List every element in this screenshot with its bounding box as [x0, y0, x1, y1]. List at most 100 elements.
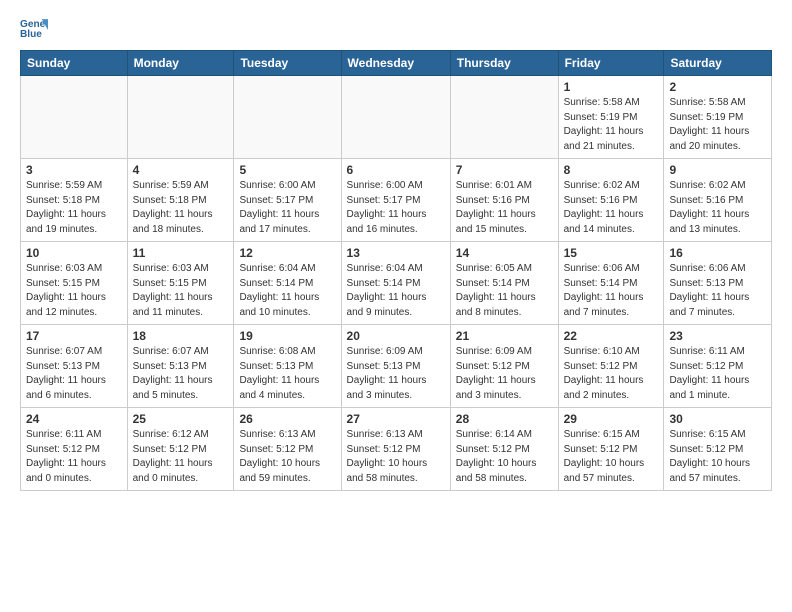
day-number: 15	[564, 246, 659, 260]
day-number: 26	[239, 412, 335, 426]
day-info: Sunrise: 6:02 AM Sunset: 5:16 PM Dayligh…	[669, 179, 766, 237]
day-number: 7	[456, 163, 553, 177]
calendar-cell: 30 Sunrise: 6:15 AM Sunset: 5:12 PM Dayli…	[664, 408, 772, 491]
day-info: Sunrise: 6:15 AM Sunset: 5:12 PM Dayligh…	[669, 428, 766, 486]
calendar-row: 24Sunrise: 6:11 AM Sunset: 5:12 PM Dayli…	[21, 408, 772, 491]
day-number: 21	[456, 329, 553, 343]
day-number: 11	[133, 246, 229, 260]
weekday-header: Monday	[127, 51, 234, 76]
calendar-cell: 14 Sunrise: 6:05 AM Sunset: 5:14 PM Dayli…	[450, 242, 558, 325]
logo: General Blue	[20, 16, 48, 44]
svg-text:Blue: Blue	[20, 29, 42, 40]
calendar-cell: 12Sunrise: 6:04 AM Sunset: 5:14 PM Dayli…	[234, 242, 341, 325]
calendar-cell: 29 Sunrise: 6:15 AM Sunset: 5:12 PM Dayli…	[558, 408, 664, 491]
calendar-cell: 2 Sunrise: 5:58 AM Sunset: 5:19 PM Daylig…	[664, 76, 772, 159]
calendar-cell	[450, 76, 558, 159]
day-info: Sunrise: 6:07 AM Sunset: 5:13 PM Dayligh…	[26, 345, 122, 403]
calendar-cell: 18 Sunrise: 6:07 AM Sunset: 5:13 PM Dayli…	[127, 325, 234, 408]
day-info: Sunrise: 5:58 AM Sunset: 5:19 PM Dayligh…	[669, 96, 766, 154]
day-info: Sunrise: 6:07 AM Sunset: 5:13 PM Dayligh…	[133, 345, 229, 403]
calendar-cell: 7 Sunrise: 6:01 AM Sunset: 5:16 PM Daylig…	[450, 159, 558, 242]
calendar-cell: 22Sunrise: 6:10 AM Sunset: 5:12 PM Dayli…	[558, 325, 664, 408]
calendar-cell	[21, 76, 128, 159]
day-number: 9	[669, 163, 766, 177]
weekday-header: Saturday	[664, 51, 772, 76]
weekday-header: Sunday	[21, 51, 128, 76]
calendar-cell: 21 Sunrise: 6:09 AM Sunset: 5:12 PM Dayli…	[450, 325, 558, 408]
calendar-row: 17 Sunrise: 6:07 AM Sunset: 5:13 PM Dayli…	[21, 325, 772, 408]
day-number: 8	[564, 163, 659, 177]
calendar-cell: 28 Sunrise: 6:14 AM Sunset: 5:12 PM Dayli…	[450, 408, 558, 491]
calendar-cell: 23Sunrise: 6:11 AM Sunset: 5:12 PM Dayli…	[664, 325, 772, 408]
calendar-row: 3 Sunrise: 5:59 AM Sunset: 5:18 PM Daylig…	[21, 159, 772, 242]
calendar-cell	[234, 76, 341, 159]
day-info: Sunrise: 6:06 AM Sunset: 5:14 PM Dayligh…	[564, 262, 659, 320]
day-info: Sunrise: 6:05 AM Sunset: 5:14 PM Dayligh…	[456, 262, 553, 320]
day-info: Sunrise: 6:13 AM Sunset: 5:12 PM Dayligh…	[347, 428, 445, 486]
day-info: Sunrise: 6:11 AM Sunset: 5:12 PM Dayligh…	[26, 428, 122, 486]
weekday-header: Tuesday	[234, 51, 341, 76]
day-number: 4	[133, 163, 229, 177]
calendar-row: 1 Sunrise: 5:58 AM Sunset: 5:19 PM Daylig…	[21, 76, 772, 159]
weekday-row: SundayMondayTuesdayWednesdayThursdayFrid…	[21, 51, 772, 76]
day-number: 3	[26, 163, 122, 177]
day-number: 25	[133, 412, 229, 426]
day-info: Sunrise: 6:12 AM Sunset: 5:12 PM Dayligh…	[133, 428, 229, 486]
day-number: 18	[133, 329, 229, 343]
day-info: Sunrise: 6:00 AM Sunset: 5:17 PM Dayligh…	[347, 179, 445, 237]
day-number: 30	[669, 412, 766, 426]
calendar-cell	[341, 76, 450, 159]
day-info: Sunrise: 6:08 AM Sunset: 5:13 PM Dayligh…	[239, 345, 335, 403]
calendar-cell: 9 Sunrise: 6:02 AM Sunset: 5:16 PM Daylig…	[664, 159, 772, 242]
page: General Blue SundayMondayTuesdayWednesda…	[0, 0, 792, 507]
day-info: Sunrise: 6:15 AM Sunset: 5:12 PM Dayligh…	[564, 428, 659, 486]
day-info: Sunrise: 5:58 AM Sunset: 5:19 PM Dayligh…	[564, 96, 659, 154]
calendar: SundayMondayTuesdayWednesdayThursdayFrid…	[20, 50, 772, 491]
day-number: 28	[456, 412, 553, 426]
calendar-cell	[127, 76, 234, 159]
calendar-cell: 3 Sunrise: 5:59 AM Sunset: 5:18 PM Daylig…	[21, 159, 128, 242]
day-number: 22	[564, 329, 659, 343]
day-info: Sunrise: 6:04 AM Sunset: 5:14 PM Dayligh…	[239, 262, 335, 320]
calendar-cell: 24Sunrise: 6:11 AM Sunset: 5:12 PM Dayli…	[21, 408, 128, 491]
day-number: 2	[669, 80, 766, 94]
day-info: Sunrise: 6:03 AM Sunset: 5:15 PM Dayligh…	[133, 262, 229, 320]
day-number: 13	[347, 246, 445, 260]
day-info: Sunrise: 6:06 AM Sunset: 5:13 PM Dayligh…	[669, 262, 766, 320]
calendar-cell: 4Sunrise: 5:59 AM Sunset: 5:18 PM Daylig…	[127, 159, 234, 242]
header: General Blue	[20, 16, 772, 44]
calendar-cell: 25 Sunrise: 6:12 AM Sunset: 5:12 PM Dayli…	[127, 408, 234, 491]
day-number: 27	[347, 412, 445, 426]
calendar-cell: 11 Sunrise: 6:03 AM Sunset: 5:15 PM Dayli…	[127, 242, 234, 325]
calendar-cell: 15 Sunrise: 6:06 AM Sunset: 5:14 PM Dayli…	[558, 242, 664, 325]
day-info: Sunrise: 6:00 AM Sunset: 5:17 PM Dayligh…	[239, 179, 335, 237]
calendar-cell: 20Sunrise: 6:09 AM Sunset: 5:13 PM Dayli…	[341, 325, 450, 408]
day-number: 1	[564, 80, 659, 94]
day-number: 29	[564, 412, 659, 426]
calendar-header: SundayMondayTuesdayWednesdayThursdayFrid…	[21, 51, 772, 76]
weekday-header: Friday	[558, 51, 664, 76]
day-info: Sunrise: 6:14 AM Sunset: 5:12 PM Dayligh…	[456, 428, 553, 486]
weekday-header: Wednesday	[341, 51, 450, 76]
day-number: 10	[26, 246, 122, 260]
logo-icon: General Blue	[20, 16, 48, 44]
calendar-cell: 8Sunrise: 6:02 AM Sunset: 5:16 PM Daylig…	[558, 159, 664, 242]
day-number: 16	[669, 246, 766, 260]
day-info: Sunrise: 6:03 AM Sunset: 5:15 PM Dayligh…	[26, 262, 122, 320]
day-info: Sunrise: 5:59 AM Sunset: 5:18 PM Dayligh…	[26, 179, 122, 237]
calendar-cell: 10 Sunrise: 6:03 AM Sunset: 5:15 PM Dayli…	[21, 242, 128, 325]
day-number: 14	[456, 246, 553, 260]
calendar-cell: 26Sunrise: 6:13 AM Sunset: 5:12 PM Dayli…	[234, 408, 341, 491]
day-info: Sunrise: 6:09 AM Sunset: 5:12 PM Dayligh…	[456, 345, 553, 403]
calendar-cell: 5Sunrise: 6:00 AM Sunset: 5:17 PM Daylig…	[234, 159, 341, 242]
calendar-cell: 19Sunrise: 6:08 AM Sunset: 5:13 PM Dayli…	[234, 325, 341, 408]
day-info: Sunrise: 6:04 AM Sunset: 5:14 PM Dayligh…	[347, 262, 445, 320]
day-number: 23	[669, 329, 766, 343]
day-info: Sunrise: 6:09 AM Sunset: 5:13 PM Dayligh…	[347, 345, 445, 403]
calendar-cell: 17 Sunrise: 6:07 AM Sunset: 5:13 PM Dayli…	[21, 325, 128, 408]
weekday-header: Thursday	[450, 51, 558, 76]
calendar-cell: 27 Sunrise: 6:13 AM Sunset: 5:12 PM Dayli…	[341, 408, 450, 491]
day-number: 17	[26, 329, 122, 343]
calendar-cell: 13 Sunrise: 6:04 AM Sunset: 5:14 PM Dayli…	[341, 242, 450, 325]
day-info: Sunrise: 6:01 AM Sunset: 5:16 PM Dayligh…	[456, 179, 553, 237]
